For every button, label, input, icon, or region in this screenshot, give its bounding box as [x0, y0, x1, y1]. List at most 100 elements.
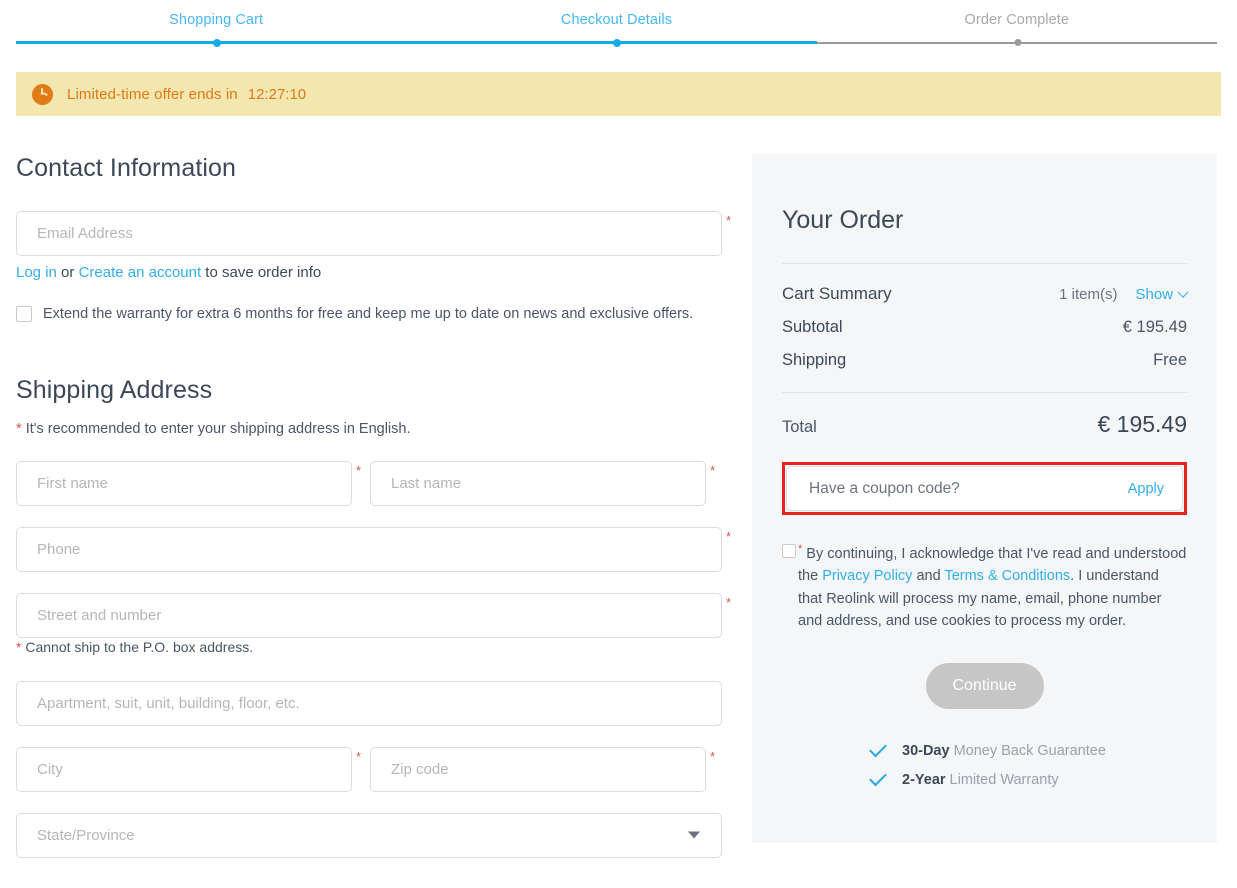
first-name-wrapper: *	[16, 460, 361, 506]
show-cart-label: Show	[1135, 286, 1173, 303]
shipping-value: Free	[1153, 351, 1187, 369]
privacy-policy-link[interactable]: Privacy Policy	[822, 568, 912, 584]
first-name-input[interactable]	[16, 460, 352, 506]
street-field-row: *	[16, 592, 731, 638]
phone-field-row: *	[16, 526, 731, 572]
guarantee-warranty-text: 2-Year Limited Warranty	[902, 772, 1059, 788]
phone-wrapper: *	[16, 526, 731, 572]
city-zip-field-row: * *	[16, 746, 722, 792]
total-row: Total € 195.49	[782, 411, 1187, 438]
checkout-progress-stepper: Shopping Cart Checkout Details Order Com…	[0, 0, 1237, 48]
limited-time-offer-banner: Limited-time offer ends in 12:27:10	[16, 72, 1221, 116]
guarantee-money-back-rest: Money Back Guarantee	[953, 742, 1106, 759]
helper-suffix: to save order info	[201, 264, 322, 281]
last-name-wrapper: *	[370, 460, 715, 506]
street-required-marker: *	[725, 594, 731, 610]
email-field-row: *	[16, 211, 731, 256]
note-required-marker: *	[16, 420, 22, 437]
checkout-form-column: Contact Information * Log in or Create a…	[16, 154, 731, 879]
zip-required-marker: *	[709, 748, 715, 764]
stepper-dot-checkout-details	[612, 38, 621, 47]
terms-text: * By continuing, I acknowledge that I've…	[798, 541, 1187, 633]
account-helper-text: Log in or Create an account to save orde…	[16, 264, 722, 281]
checkout-content: Contact Information * Log in or Create a…	[0, 154, 1237, 879]
continue-button[interactable]: Continue	[925, 662, 1044, 709]
cart-summary-label: Cart Summary	[782, 284, 892, 303]
street-wrapper: *	[16, 592, 731, 638]
last-name-required-marker: *	[709, 462, 715, 478]
terms-part-2: and	[912, 568, 945, 585]
name-field-row: * *	[16, 460, 722, 506]
total-value: € 195.49	[1097, 411, 1187, 437]
order-summary-column: Your Order Cart Summary 1 item(s) Show S…	[752, 154, 1217, 843]
cart-summary-right: 1 item(s) Show	[1059, 286, 1189, 303]
apartment-wrapper	[16, 680, 722, 726]
stepper-track-fill	[16, 41, 818, 44]
coupon-code-input[interactable]	[807, 478, 1128, 499]
subtotal-value: € 195.49	[1122, 318, 1187, 336]
coupon-box[interactable]: Apply	[786, 466, 1183, 511]
step-label-checkout-details[interactable]: Checkout Details	[416, 12, 816, 28]
state-province-select[interactable]	[16, 812, 722, 858]
create-account-link[interactable]: Create an account	[79, 264, 202, 281]
shipping-address-title: Shipping Address	[16, 375, 213, 404]
stepper-track	[16, 38, 1217, 47]
shipping-row: Shipping Free	[782, 351, 1187, 370]
email-input[interactable]	[16, 211, 722, 256]
note-text: It's recommended to enter your shipping …	[25, 420, 411, 437]
extend-warranty-label: Extend the warranty for extra 6 months f…	[43, 306, 694, 322]
guarantee-money-back-text: 30-Day Money Back Guarantee	[902, 743, 1106, 759]
terms-checkbox[interactable]	[782, 544, 796, 558]
subtotal-label: Subtotal	[782, 318, 843, 336]
apartment-input[interactable]	[16, 680, 722, 726]
city-wrapper: *	[16, 746, 361, 792]
po-box-note: * Cannot ship to the P.O. box address.	[16, 639, 722, 655]
first-name-required-marker: *	[355, 462, 361, 478]
chevron-down-icon	[1177, 286, 1189, 298]
show-cart-toggle[interactable]: Show	[1135, 286, 1189, 303]
last-name-input[interactable]	[370, 460, 706, 506]
apply-coupon-button[interactable]: Apply	[1128, 481, 1164, 497]
guarantee-money-back: 30-Day Money Back Guarantee	[782, 739, 1187, 759]
cart-summary-row: Cart Summary 1 item(s) Show	[782, 284, 1189, 304]
zip-code-input[interactable]	[370, 746, 706, 792]
email-required-marker: *	[725, 213, 731, 228]
extend-warranty-row[interactable]: Extend the warranty for extra 6 months f…	[16, 305, 722, 324]
stepper-labels: Shopping Cart Checkout Details Order Com…	[16, 12, 1217, 28]
step-label-shopping-cart[interactable]: Shopping Cart	[16, 12, 416, 28]
check-icon	[869, 739, 887, 758]
extend-warranty-checkbox[interactable]	[16, 306, 32, 322]
shipping-english-note: * It's recommended to enter your shippin…	[16, 421, 722, 437]
terms-acknowledgement-row[interactable]: * By continuing, I acknowledge that I've…	[782, 541, 1187, 633]
countdown-timer: 12:27:10	[247, 85, 307, 103]
cart-item-count: 1 item(s)	[1059, 286, 1118, 303]
terms-conditions-link[interactable]: Terms & Conditions	[944, 568, 1070, 584]
contact-information-title: Contact Information	[16, 154, 237, 182]
coupon-highlight-annotation: Apply	[782, 462, 1187, 515]
stepper-dot-order-complete	[1014, 39, 1022, 46]
email-field-wrapper: *	[16, 211, 731, 256]
po-box-text: Cannot ship to the P.O. box address.	[25, 638, 254, 655]
city-input[interactable]	[16, 746, 352, 792]
guarantee-warranty-strong: 2-Year	[902, 771, 946, 788]
check-icon	[869, 768, 887, 787]
guarantee-warranty-rest: Limited Warranty	[949, 771, 1059, 788]
subtotal-row: Subtotal € 195.49	[782, 318, 1187, 337]
street-input[interactable]	[16, 592, 722, 638]
po-box-required-marker: *	[16, 638, 22, 655]
order-divider-bottom	[782, 392, 1187, 393]
state-wrapper	[16, 812, 722, 858]
helper-or: or	[56, 264, 79, 281]
state-field-row	[16, 812, 722, 858]
apartment-field-row	[16, 680, 722, 726]
clock-icon	[32, 83, 53, 105]
city-required-marker: *	[355, 748, 361, 764]
stepper-dot-shopping-cart	[212, 38, 221, 47]
continue-button-wrapper: Continue	[782, 662, 1187, 709]
order-divider-top	[782, 263, 1187, 264]
guarantee-warranty: 2-Year Limited Warranty	[782, 768, 1187, 788]
guarantee-money-back-strong: 30-Day	[902, 742, 950, 759]
log-in-link[interactable]: Log in	[16, 264, 57, 281]
phone-required-marker: *	[725, 528, 731, 544]
phone-input[interactable]	[16, 526, 722, 572]
